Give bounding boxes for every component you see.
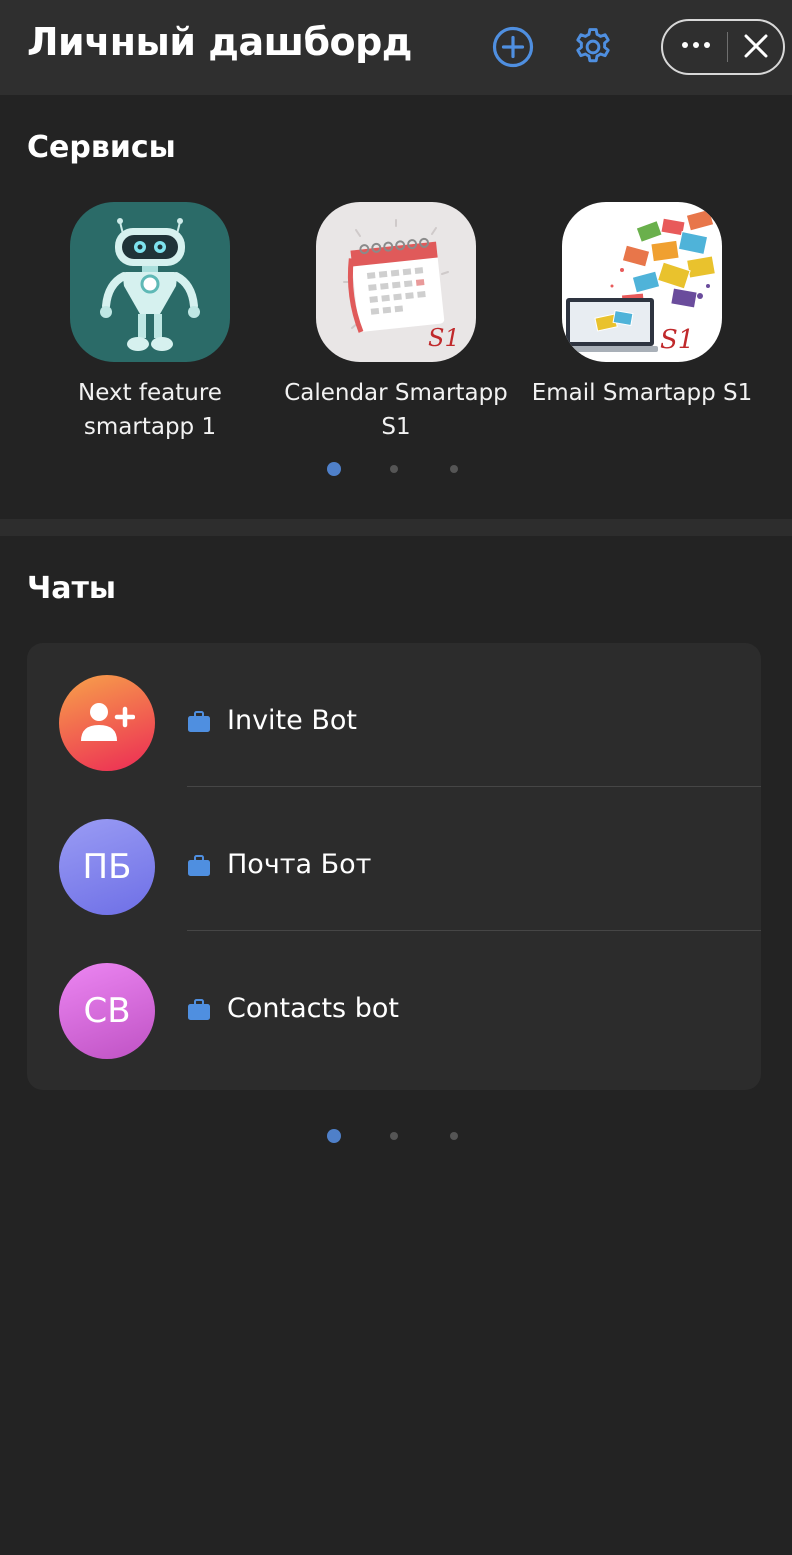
avatar: ПБ — [59, 819, 155, 915]
more-button[interactable] — [663, 21, 727, 73]
page-title: Личный дашборд — [27, 20, 412, 64]
chat-item-pochta-bot[interactable]: ПБ Почта Бот — [27, 787, 761, 931]
briefcase-icon — [188, 855, 210, 876]
calendar-icon: S1 — [316, 202, 476, 362]
gear-icon — [576, 28, 610, 63]
chat-name: Invite Bot — [227, 705, 357, 736]
robot-icon — [70, 202, 230, 362]
services-pager — [0, 462, 792, 479]
service-label: Next feature smartapp 1 — [78, 380, 222, 440]
more-dots-icon — [682, 42, 710, 48]
service-label: Email Smartapp S1 — [531, 380, 753, 406]
chat-item-invite-bot[interactable]: Invite Bot — [27, 643, 761, 787]
chat-name: Почта Бот — [227, 849, 372, 880]
avatar: CB — [59, 963, 155, 1059]
chats-section-title: Чаты — [27, 571, 117, 606]
pager-dot[interactable] — [450, 1132, 458, 1140]
add-button[interactable] — [491, 25, 535, 69]
close-icon — [744, 34, 768, 58]
window-capsule — [661, 19, 785, 75]
email-envelopes-icon: S1 — [562, 202, 722, 362]
section-divider — [0, 519, 792, 536]
service-label: Calendar Smartapp S1 — [284, 380, 508, 440]
add-user-icon — [81, 703, 135, 741]
pager-dot-active[interactable] — [327, 462, 341, 476]
settings-button[interactable] — [571, 25, 615, 69]
chats-pager — [0, 1129, 792, 1146]
avatar — [59, 675, 155, 771]
capsule-divider — [727, 32, 728, 62]
briefcase-icon — [188, 711, 210, 732]
svg-text:S1: S1 — [428, 324, 460, 352]
close-button[interactable] — [729, 21, 785, 73]
pager-dot[interactable] — [450, 465, 458, 473]
briefcase-icon — [188, 999, 210, 1020]
pager-dot-active[interactable] — [327, 1129, 341, 1143]
chats-card: Invite Bot ПБ Почта Бот CB Contacts bot — [27, 643, 761, 1090]
chat-name: Contacts bot — [227, 993, 399, 1024]
pager-dot[interactable] — [390, 465, 398, 473]
plus-circle-icon — [492, 26, 534, 68]
top-bar: Личный дашборд — [0, 0, 792, 95]
chat-item-contacts-bot[interactable]: CB Contacts bot — [27, 931, 761, 1075]
services-section-title: Сервисы — [27, 130, 176, 165]
pager-dot[interactable] — [390, 1132, 398, 1140]
svg-text:S1: S1 — [660, 325, 694, 355]
